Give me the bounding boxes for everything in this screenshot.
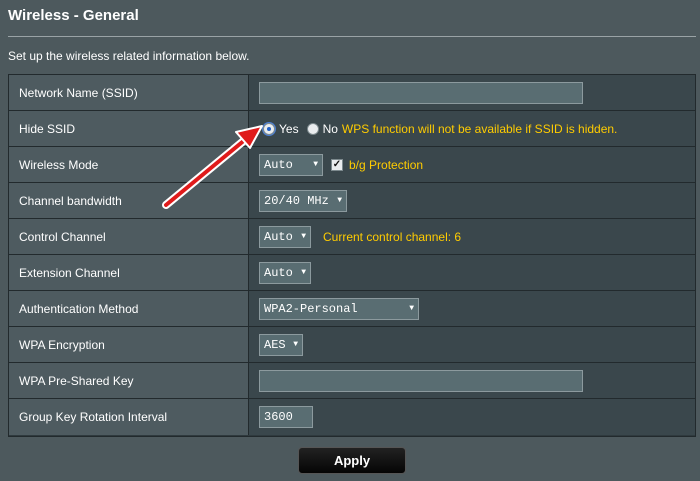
wpa-encryption-select[interactable]: AES ▼ xyxy=(259,333,303,356)
bg-protection-label: b/g Protection xyxy=(349,157,424,172)
bg-protection-checkbox[interactable]: ✓ xyxy=(331,158,343,171)
wpa-encryption-label: WPA Encryption xyxy=(9,327,249,362)
chevron-down-icon: ▼ xyxy=(301,268,306,277)
control-channel-select[interactable]: Auto ▼ xyxy=(259,225,311,248)
hide-ssid-label: Hide SSID xyxy=(9,111,249,146)
row-group-key: Group Key Rotation Interval xyxy=(9,399,695,435)
row-channel-bandwidth: Channel bandwidth 20/40 MHz ▼ xyxy=(9,183,695,219)
wpa-psk-input[interactable] xyxy=(259,369,583,392)
group-key-label: Group Key Rotation Interval xyxy=(9,399,249,435)
row-wpa-encryption: WPA Encryption AES ▼ xyxy=(9,327,695,363)
apply-button[interactable]: Apply xyxy=(298,447,406,474)
settings-table: Network Name (SSID) Hide SSID Yes No WPS… xyxy=(8,74,696,437)
row-control-channel: Control Channel Auto ▼ Current control c… xyxy=(9,219,695,255)
chevron-down-icon: ▼ xyxy=(293,340,298,349)
auth-method-label: Authentication Method xyxy=(9,291,249,326)
channel-bandwidth-label: Channel bandwidth xyxy=(9,183,249,218)
wpa-psk-label: WPA Pre-Shared Key xyxy=(9,363,249,398)
hide-ssid-yes-radio[interactable] xyxy=(263,122,275,135)
wps-warning-note: WPS function will not be available if SS… xyxy=(341,121,618,136)
ssid-input[interactable] xyxy=(259,81,583,104)
auth-method-value: WPA2-Personal xyxy=(264,301,358,316)
page-description: Set up the wireless related information … xyxy=(8,49,250,63)
control-channel-value: Auto xyxy=(264,229,293,244)
chevron-down-icon: ▼ xyxy=(337,196,342,205)
wpa-encryption-value: AES xyxy=(264,337,286,352)
wireless-mode-label: Wireless Mode xyxy=(9,147,249,182)
extension-channel-select[interactable]: Auto ▼ xyxy=(259,261,311,284)
hide-ssid-no-radio[interactable] xyxy=(306,122,319,135)
wireless-mode-value: Auto xyxy=(264,157,293,172)
row-auth-method: Authentication Method WPA2-Personal ▼ xyxy=(9,291,695,327)
control-channel-label: Control Channel xyxy=(9,219,249,254)
channel-bandwidth-select[interactable]: 20/40 MHz ▼ xyxy=(259,189,347,212)
row-wireless-mode: Wireless Mode Auto ▼ ✓ b/g Protection xyxy=(9,147,695,183)
row-extension-channel: Extension Channel Auto ▼ xyxy=(9,255,695,291)
group-key-input[interactable] xyxy=(259,406,313,428)
row-wpa-psk: WPA Pre-Shared Key xyxy=(9,363,695,399)
extension-channel-value: Auto xyxy=(264,265,293,280)
wireless-mode-select[interactable]: Auto ▼ xyxy=(259,153,323,176)
page-title: Wireless - General xyxy=(8,7,139,24)
hide-ssid-no-label: No xyxy=(322,121,338,136)
chevron-down-icon: ▼ xyxy=(313,160,318,169)
extension-channel-label: Extension Channel xyxy=(9,255,249,290)
ssid-label: Network Name (SSID) xyxy=(9,75,249,110)
title-divider xyxy=(8,36,696,37)
current-channel-note: Current control channel: 6 xyxy=(323,229,462,244)
chevron-down-icon: ▼ xyxy=(409,304,414,313)
channel-bandwidth-value: 20/40 MHz xyxy=(264,193,329,208)
hide-ssid-yes-label: Yes xyxy=(279,121,299,136)
chevron-down-icon: ▼ xyxy=(301,232,306,241)
auth-method-select[interactable]: WPA2-Personal ▼ xyxy=(259,297,419,320)
row-hide-ssid: Hide SSID Yes No WPS function will not b… xyxy=(9,111,695,147)
row-ssid: Network Name (SSID) xyxy=(9,75,695,111)
